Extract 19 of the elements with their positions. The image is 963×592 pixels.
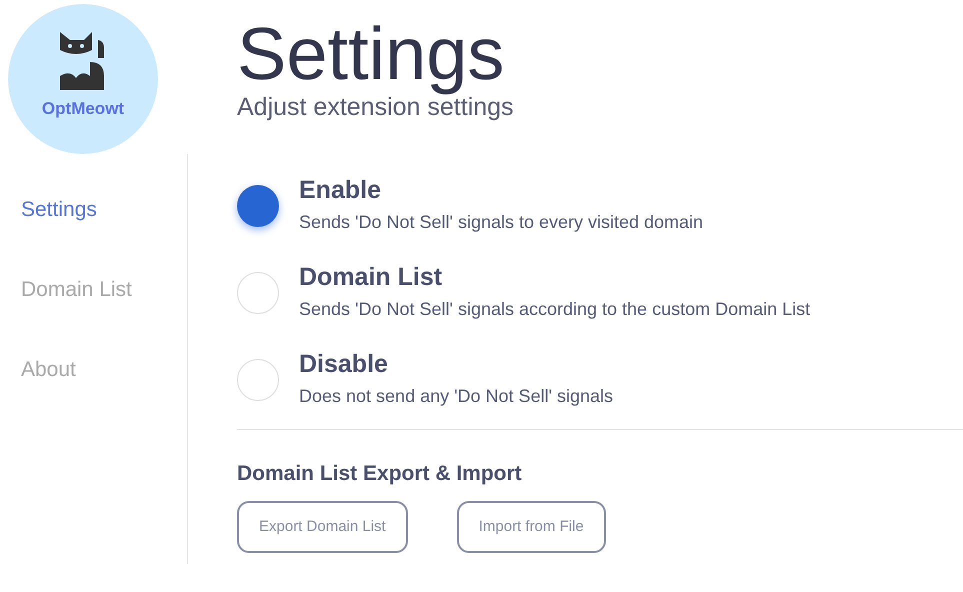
radio-button[interactable] (237, 185, 279, 227)
option-title: Disable (299, 349, 389, 379)
radio-button[interactable] (237, 359, 279, 401)
option-description: Sends 'Do Not Sell' signals to every visited domain (299, 211, 704, 234)
cat-logo-icon (60, 32, 106, 90)
radio-button[interactable] (237, 272, 279, 314)
sidebar-item[interactable]: Domain List (0, 278, 187, 302)
action-button[interactable]: Import from File (456, 501, 606, 553)
option-title: Enable (299, 175, 382, 205)
sidebar-item[interactable]: About (0, 358, 187, 382)
logo-text: OptMeowt (42, 98, 124, 120)
option-description: Sends 'Do Not Sell' signals according to the custom Domain List (299, 298, 810, 321)
page-title: Settings (237, 14, 506, 94)
option-description: Does not send any 'Do Not Sell' signals (299, 385, 614, 408)
sidebar-item[interactable]: Settings (0, 198, 187, 222)
section-heading: Domain List Export & Import (237, 461, 523, 487)
option-title: Domain List (299, 262, 444, 292)
action-button[interactable]: Export Domain List (237, 501, 408, 553)
page-subtitle: Adjust extension settings (237, 93, 515, 122)
